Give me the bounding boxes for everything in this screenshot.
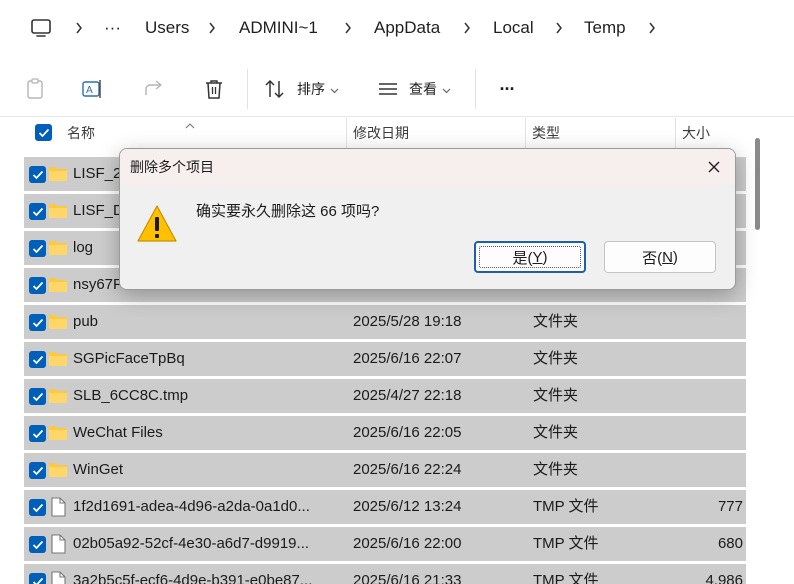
file-size: 680	[717, 535, 743, 552]
file-type: 文件夹	[533, 350, 579, 367]
row-checkbox[interactable]	[29, 425, 46, 442]
dialog-body: 确实要永久删除这 66 项吗? 是(Y) 否(N)	[120, 185, 735, 289]
row-checkbox[interactable]	[29, 536, 46, 553]
no-access-key: N	[662, 248, 673, 266]
folder-icon	[48, 349, 68, 369]
file-date: 2025/6/16 22:00	[353, 535, 462, 552]
no-label: 否(	[642, 249, 663, 267]
vertical-scrollbar[interactable]	[755, 138, 760, 230]
row-checkbox[interactable]	[29, 240, 46, 257]
row-checkbox[interactable]	[29, 277, 46, 294]
file-type: TMP 文件	[533, 535, 599, 552]
file-name: WinGet	[73, 461, 124, 478]
folder-icon	[48, 312, 68, 332]
focus-ring	[479, 246, 581, 268]
file-date: 2025/6/16 22:07	[353, 350, 462, 367]
folder-icon	[48, 201, 68, 221]
yes-button[interactable]: 是(Y)	[474, 241, 586, 273]
file-name: nsy67F	[73, 276, 123, 293]
file-type: 文件夹	[533, 461, 579, 478]
file-icon	[48, 497, 68, 517]
list-item[interactable]: 1f2d1691-adea-4d96-a2da-0a1d0... 2025/6/…	[24, 490, 746, 524]
row-checkbox[interactable]	[29, 314, 46, 331]
dialog-titlebar[interactable]: 删除多个项目	[120, 149, 735, 185]
list-item[interactable]: WinGet 2025/6/16 22:24 文件夹	[24, 453, 746, 487]
file-icon	[48, 571, 68, 584]
file-date: 2025/6/16 22:24	[353, 461, 462, 478]
file-date: 2025/6/16 21:33	[353, 572, 462, 584]
row-checkbox[interactable]	[29, 351, 46, 368]
no-button[interactable]: 否(N)	[604, 241, 716, 273]
file-list: LISF_2 LISF_D log nsy67F pub 2025/5/28 1…	[0, 0, 794, 584]
file-date: 2025/6/16 22:05	[353, 424, 462, 441]
file-date: 2025/6/12 13:24	[353, 498, 462, 515]
file-name: log	[73, 239, 94, 256]
file-type: 文件夹	[533, 424, 579, 441]
file-name: LISF_D	[73, 202, 124, 219]
file-size: 4,986	[705, 572, 743, 584]
no-label-close: )	[672, 248, 678, 266]
list-item[interactable]: pub 2025/5/28 19:18 文件夹	[24, 305, 746, 339]
list-item[interactable]: WeChat Files 2025/6/16 22:05 文件夹	[24, 416, 746, 450]
list-item[interactable]: SGPicFaceTpBq 2025/6/16 22:07 文件夹	[24, 342, 746, 376]
row-checkbox[interactable]	[29, 203, 46, 220]
file-icon	[48, 534, 68, 554]
row-checkbox[interactable]	[29, 573, 46, 584]
close-icon[interactable]	[701, 154, 727, 180]
dialog-message: 确实要永久删除这 66 项吗?	[196, 203, 380, 220]
folder-icon	[48, 275, 68, 295]
row-checkbox[interactable]	[29, 499, 46, 516]
file-name: 3a2b5c5f-ecf6-4d9e-b391-e0be87...	[73, 572, 313, 584]
folder-icon	[48, 238, 68, 258]
folder-icon	[48, 386, 68, 406]
folder-icon	[48, 460, 68, 480]
file-date: 2025/4/27 22:18	[353, 387, 462, 404]
dialog-title: 删除多个项目	[130, 159, 214, 175]
file-name: SLB_6CC8C.tmp	[73, 387, 189, 404]
row-checkbox[interactable]	[29, 166, 46, 183]
file-type: TMP 文件	[533, 498, 599, 515]
file-name: SGPicFaceTpBq	[73, 350, 185, 367]
file-name: 1f2d1691-adea-4d96-a2da-0a1d0...	[73, 498, 310, 515]
folder-icon	[48, 423, 68, 443]
file-date: 2025/5/28 19:18	[353, 313, 462, 330]
delete-confirm-dialog: 删除多个项目 确实要永久删除这 66 项吗? 是(Y) 否(N)	[119, 148, 736, 290]
file-name: LISF_2	[73, 165, 122, 182]
list-item[interactable]: 3a2b5c5f-ecf6-4d9e-b391-e0be87... 2025/6…	[24, 564, 746, 584]
file-name: 02b05a92-52cf-4e30-a6d7-d9919...	[73, 535, 310, 552]
file-size: 777	[717, 498, 743, 515]
file-type: 文件夹	[533, 313, 579, 330]
file-name: WeChat Files	[73, 424, 163, 441]
folder-icon	[48, 164, 68, 184]
file-type: TMP 文件	[533, 572, 599, 584]
file-name: pub	[73, 313, 99, 330]
warning-icon	[136, 203, 178, 245]
file-type: 文件夹	[533, 387, 579, 404]
list-item[interactable]: 02b05a92-52cf-4e30-a6d7-d9919... 2025/6/…	[24, 527, 746, 561]
row-checkbox[interactable]	[29, 462, 46, 479]
row-checkbox[interactable]	[29, 388, 46, 405]
list-item[interactable]: SLB_6CC8C.tmp 2025/4/27 22:18 文件夹	[24, 379, 746, 413]
